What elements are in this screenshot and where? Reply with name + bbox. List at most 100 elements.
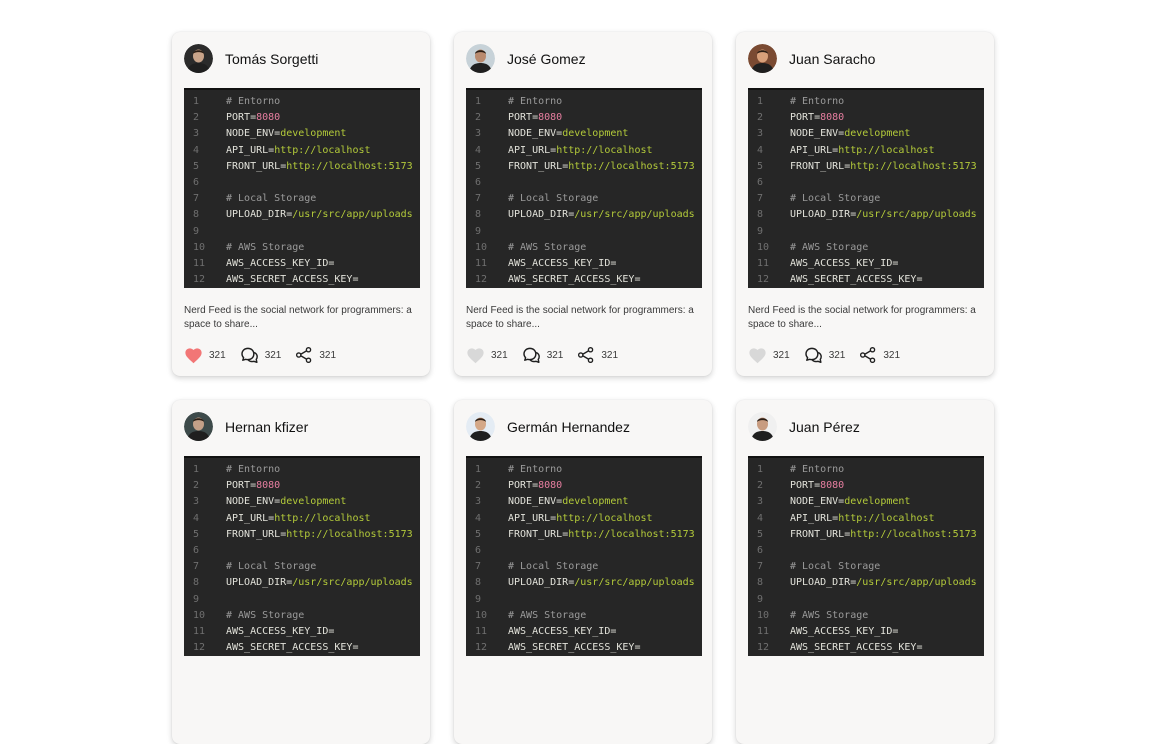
code-line: 11 AWS_ACCESS_KEY_ID=: [748, 624, 984, 640]
line-number: 3: [757, 128, 764, 140]
author-name[interactable]: Juan Saracho: [789, 51, 875, 67]
comment-button[interactable]: 321: [522, 346, 563, 365]
author-name[interactable]: José Gomez: [507, 51, 586, 67]
avatar[interactable]: [466, 412, 495, 441]
line-text: PORT=8080: [508, 110, 562, 126]
line-number: 5: [475, 528, 482, 540]
line-number: 4: [757, 144, 764, 156]
line-number: 7: [475, 561, 482, 573]
author-name[interactable]: Hernan kfizer: [225, 419, 308, 435]
comment-icon: [240, 347, 258, 363]
comment-button[interactable]: 321: [804, 346, 845, 365]
code-line: 12 AWS_SECRET_ACCESS_KEY=: [184, 272, 420, 288]
avatar[interactable]: [184, 412, 213, 441]
code-token: # Local Storage: [226, 193, 317, 205]
line-text: # AWS Storage: [226, 608, 304, 624]
line-number: 1: [193, 464, 200, 475]
code-line: 10 # AWS Storage: [184, 608, 420, 624]
code-snippet: 1 # Entorno 2 PORT=8080 3 NODE_ENV=developmen…: [748, 456, 984, 656]
line-text: UPLOAD_DIR=/usr/src/app/uploads: [508, 575, 695, 591]
line-number: 8: [193, 577, 200, 589]
code-line: 12 AWS_SECRET_ACCESS_KEY=: [748, 640, 984, 656]
like-button[interactable]: 321: [748, 347, 790, 364]
code-token: development: [844, 128, 911, 140]
author-name[interactable]: Germán Hernandez: [507, 419, 630, 435]
code-token: http://localhost: [556, 512, 653, 524]
code-line: 1 # Entorno: [184, 94, 420, 110]
code-snippet: 1 # Entorno 2 PORT=8080 3 NODE_ENV=developmen…: [184, 456, 420, 656]
line-text: # Entorno: [226, 462, 280, 478]
code-token: NODE_ENV: [226, 496, 275, 508]
line-number: 5: [193, 528, 200, 540]
code-token: NODE_ENV: [226, 128, 275, 140]
code-line: 10 # AWS Storage: [748, 240, 984, 256]
code-token: http://localhost:5173: [286, 528, 413, 540]
line-text: API_URL=http://localhost: [226, 143, 371, 159]
code-token: AWS_SECRET_ACCESS_KEY: [508, 274, 635, 286]
line-text: AWS_SECRET_ACCESS_KEY=: [790, 272, 922, 288]
share-button[interactable]: 321: [859, 346, 900, 364]
avatar[interactable]: [748, 44, 777, 73]
code-token: FRONT_URL: [790, 528, 845, 540]
code-token: # Local Storage: [508, 561, 599, 573]
code-token: development: [280, 128, 347, 140]
code-line: 10 # AWS Storage: [466, 240, 702, 256]
code-token: # Local Storage: [790, 193, 881, 205]
line-number: 10: [757, 609, 770, 621]
code-token: # AWS Storage: [226, 241, 305, 253]
code-token: FRONT_URL: [508, 160, 563, 172]
line-number: 12: [475, 274, 488, 286]
code-token: /usr/src/app/uploads: [292, 209, 413, 221]
line-text: NODE_ENV=development: [790, 494, 910, 510]
code-token: UPLOAD_DIR: [226, 577, 287, 589]
line-number: 12: [193, 642, 206, 654]
code-token: 8080: [256, 112, 281, 124]
line-text: UPLOAD_DIR=/usr/src/app/uploads: [790, 207, 977, 223]
post-card[interactable]: Juan Saracho 1 # Entorno 2 PORT=8080 3 NODE_EN…: [736, 32, 994, 376]
share-button[interactable]: 321: [295, 346, 336, 364]
code-line: 5 FRONT_URL=http://localhost:5173: [184, 527, 420, 543]
post-card[interactable]: Hernan kfizer 1 # Entorno 2 PORT=8080 3 NODE_E…: [172, 400, 430, 744]
code-token: # Entorno: [508, 464, 563, 475]
line-number: 8: [475, 209, 482, 221]
line-number: 1: [193, 96, 200, 107]
code-token: /usr/src/app/uploads: [856, 209, 977, 221]
code-token: NODE_ENV: [508, 128, 557, 140]
line-number: 1: [757, 96, 764, 107]
line-number: 2: [475, 112, 482, 124]
line-number: 5: [475, 160, 482, 172]
code-token: =: [352, 274, 359, 286]
line-number: 10: [193, 241, 206, 253]
code-line: 7 # Local Storage: [466, 559, 702, 575]
code-token: # AWS Storage: [508, 609, 587, 621]
avatar[interactable]: [466, 44, 495, 73]
code-line: 5 FRONT_URL=http://localhost:5173: [466, 159, 702, 175]
comment-button[interactable]: 321: [240, 346, 281, 365]
line-number: 11: [193, 625, 206, 637]
like-button[interactable]: 321: [466, 347, 508, 364]
post-card[interactable]: José Gomez 1 # Entorno 2 PORT=8080 3 NODE_ENV=…: [454, 32, 712, 376]
code-token: /usr/src/app/uploads: [574, 209, 695, 221]
code-token: # Entorno: [226, 96, 281, 107]
line-text: NODE_ENV=development: [790, 126, 910, 142]
like-button[interactable]: 321: [184, 347, 226, 364]
post-card[interactable]: Tomás Sorgetti 1 # Entorno 2 PORT=8080 3 NODE_…: [172, 32, 430, 376]
post-card[interactable]: Germán Hernandez 1 # Entorno 2 PORT=8080 3 NOD…: [454, 400, 712, 744]
author-name[interactable]: Juan Pérez: [789, 419, 860, 435]
line-number: 8: [475, 577, 482, 589]
author-name[interactable]: Tomás Sorgetti: [225, 51, 318, 67]
code-line: 1 # Entorno: [748, 462, 984, 478]
line-text: PORT=8080: [226, 478, 280, 494]
share-button[interactable]: 321: [577, 346, 618, 364]
line-number: 6: [757, 544, 764, 556]
line-number: 4: [475, 512, 482, 524]
code-token: /usr/src/app/uploads: [292, 577, 413, 589]
post-header: Juan Saracho: [748, 44, 875, 73]
line-text: PORT=8080: [790, 110, 844, 126]
avatar[interactable]: [748, 412, 777, 441]
line-number: 1: [475, 464, 482, 475]
post-card[interactable]: Juan Pérez 1 # Entorno 2 PORT=8080 3 NODE_ENV=…: [736, 400, 994, 744]
avatar[interactable]: [184, 44, 213, 73]
line-text: FRONT_URL=http://localhost:5173: [508, 527, 695, 543]
line-text: # AWS Storage: [508, 608, 586, 624]
